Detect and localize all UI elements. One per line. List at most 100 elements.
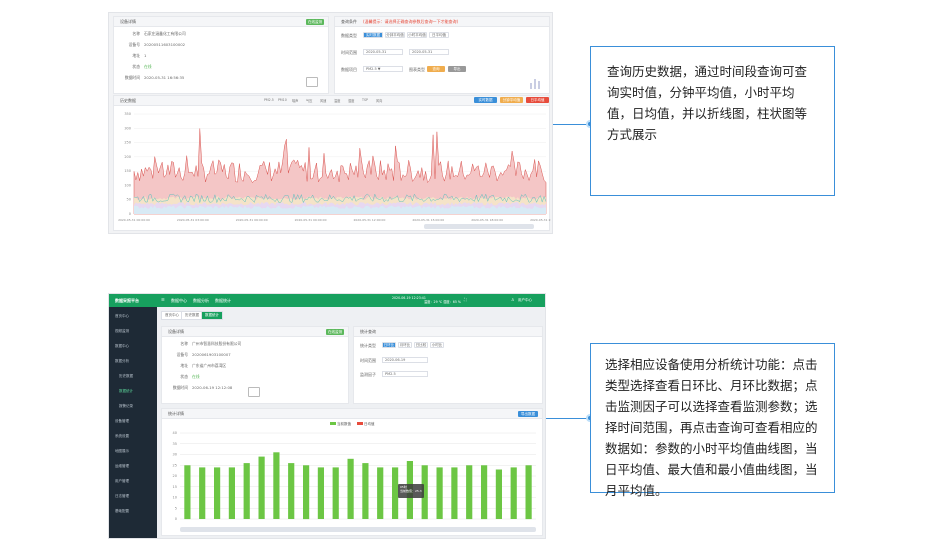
bar[interactable] (199, 467, 206, 519)
bar[interactable] (347, 458, 354, 519)
side-menu-item[interactable]: 视频监测 (115, 329, 129, 334)
bar[interactable] (451, 467, 458, 519)
export-button[interactable]: 导出 (448, 66, 466, 72)
side-menu-item[interactable]: 日志管理 (115, 494, 129, 499)
history-legend-item[interactable]: 湿度 (348, 98, 354, 103)
history-legend-item[interactable]: PM10 (278, 98, 287, 102)
page-tab[interactable]: 历史数据 (181, 311, 203, 320)
y-tick-label: 30 (173, 453, 177, 457)
side-menu-item[interactable]: 运维管理 (115, 464, 129, 469)
note-history-text: 查询历史数据，通过时间段查询可查询实时值，分钟平均值，小时平均值，日均值，并以折… (607, 64, 808, 142)
stat-type-button[interactable]: 月环比 (398, 342, 412, 348)
history-legend-item[interactable]: 风向 (376, 98, 382, 103)
breadcrumb: 数据中心 数据分析 数据统计 (171, 298, 237, 304)
info-value: 2020-06-19 12:12:08 (192, 385, 233, 390)
stat-time-input[interactable]: 2020-06-19 (382, 357, 428, 363)
data-type-button[interactable]: 分钟平均值 (385, 32, 405, 38)
stat-type-button[interactable]: 日比较 (414, 342, 428, 348)
bar[interactable] (525, 465, 532, 520)
info-value: 20200511603100002 (144, 42, 186, 47)
device-info-row: 名称 广州市智慧科技股份有限公司 (168, 341, 241, 347)
breadcrumb-item[interactable]: 数据分析 (193, 298, 209, 303)
history-panel-button[interactable]: 日平均值 (526, 97, 549, 103)
history-panel-button[interactable]: 分钟平均值 (500, 97, 523, 103)
user-center[interactable]: 用户中心 (518, 298, 532, 303)
online-badge-2[interactable]: 在线监测 (326, 329, 344, 335)
side-menu-item[interactable]: 数据中心 (115, 344, 129, 349)
device-info-row: 数据时间 2020-06-19 12:12:08 (168, 385, 233, 391)
side-menu-item[interactable]: 系统设置 (115, 434, 129, 439)
side-menu-item[interactable]: 用户管理 (115, 479, 129, 484)
breadcrumb-item[interactable]: 数据统计 (215, 298, 231, 303)
chart-zoom-slider[interactable] (180, 527, 536, 532)
online-badge[interactable]: 在线监测 (306, 19, 324, 25)
tooltip-value: 当前数值：25.3 (400, 489, 422, 493)
history-legend-item[interactable]: 温度 (334, 98, 340, 103)
time-from-input[interactable]: 2020-05-31 (363, 49, 403, 55)
history-legend-item[interactable]: PM2.5 (264, 98, 274, 102)
history-legend-item[interactable]: 风速 (320, 98, 326, 103)
menu-toggle-icon[interactable]: ☰ (161, 297, 165, 302)
bar[interactable] (184, 465, 191, 520)
stat-type-button[interactable]: 小时比 (430, 342, 444, 348)
bar[interactable] (243, 463, 250, 519)
stat-type-button[interactable]: 日环比 (382, 342, 396, 348)
info-key: 数据时间 (124, 75, 140, 80)
bar[interactable] (466, 465, 473, 520)
side-menu-item[interactable]: 基础配置 (115, 509, 129, 514)
bar[interactable] (288, 463, 295, 519)
data-type-button[interactable]: 小时平均值 (407, 32, 427, 38)
bar[interactable] (495, 469, 502, 520)
data-type-button[interactable]: 日平均值 (429, 32, 449, 38)
info-key: 状态 (132, 64, 140, 69)
bar[interactable] (362, 463, 369, 519)
stat-type-label: 统计类型 (360, 343, 376, 348)
side-menu-item[interactable]: 数据统计 (119, 389, 133, 394)
history-panel-button[interactable]: 实时数据 (474, 97, 497, 103)
side-menu-item[interactable]: 设备管理 (115, 419, 129, 424)
query-panel: 查询条件 (温馨提示：请选择正确查询参数后查询一下才能查询) 数据类型 实时数据… (334, 16, 550, 94)
device-info-row: 状态 在线 (120, 64, 151, 70)
info-value: 在线 (192, 374, 200, 379)
bar[interactable] (273, 452, 280, 519)
page-tab[interactable]: 数据统计 (201, 311, 223, 320)
x-tick-label: 2020-05-31 03:00:00 (177, 218, 209, 222)
data-type-button[interactable]: 实时数据 (363, 32, 383, 38)
side-menu-item[interactable]: 报警记录 (119, 404, 133, 409)
bar[interactable] (214, 467, 221, 519)
bar[interactable] (228, 467, 235, 519)
y-tick-label: 50 (127, 198, 131, 202)
time-to-input[interactable]: 2020-05-31 (409, 49, 449, 55)
fullscreen-icon[interactable]: ⛶ (464, 297, 467, 302)
bar[interactable] (436, 467, 443, 519)
history-legend-item[interactable]: 噪声 (292, 98, 298, 103)
export-data-button[interactable]: 导出数据 (518, 411, 538, 417)
bar[interactable] (303, 465, 310, 520)
bar[interactable] (481, 465, 488, 520)
side-menu-item[interactable]: 历史数据 (119, 374, 133, 379)
data-type-label: 数据类型 (341, 33, 357, 38)
bar[interactable] (332, 467, 339, 519)
history-legend-item[interactable]: TSP (362, 98, 368, 102)
y-tick-label: 0 (175, 517, 177, 521)
chart-zoom-slider[interactable] (424, 224, 534, 229)
page-tab[interactable]: 首页中心 (161, 311, 183, 320)
screenshot-history: 设备详情 在线监测 名称 石家庄涵鑫化工有限公司 设备号 20200511603100… (108, 12, 553, 234)
query-button[interactable]: 查询 (427, 66, 445, 72)
history-legend-item[interactable]: 气压 (306, 98, 312, 103)
factor-select[interactable]: PM2.5 ▼ (363, 66, 403, 72)
side-menu-item[interactable]: 首页中心 (115, 314, 129, 319)
side-menu-item[interactable]: 数据分析 (115, 359, 129, 364)
user-icon[interactable]: ♙ (511, 297, 515, 302)
device-panel-2-title: 设备详情 (168, 329, 184, 334)
bar[interactable] (377, 467, 384, 519)
bar[interactable] (258, 456, 265, 519)
info-value: 2020-05-31 16:56:35 (144, 75, 185, 80)
stat-factor-select[interactable]: PM2.5 (382, 371, 428, 377)
info-value: 广州市智慧科技股份有限公司 (192, 341, 242, 346)
bar[interactable] (317, 467, 324, 519)
x-tick-label: 2020-05-31 15:00:00 (412, 218, 444, 222)
side-menu-item[interactable]: 地图展示 (115, 449, 129, 454)
breadcrumb-item[interactable]: 数据中心 (171, 298, 187, 303)
bar[interactable] (510, 467, 517, 519)
